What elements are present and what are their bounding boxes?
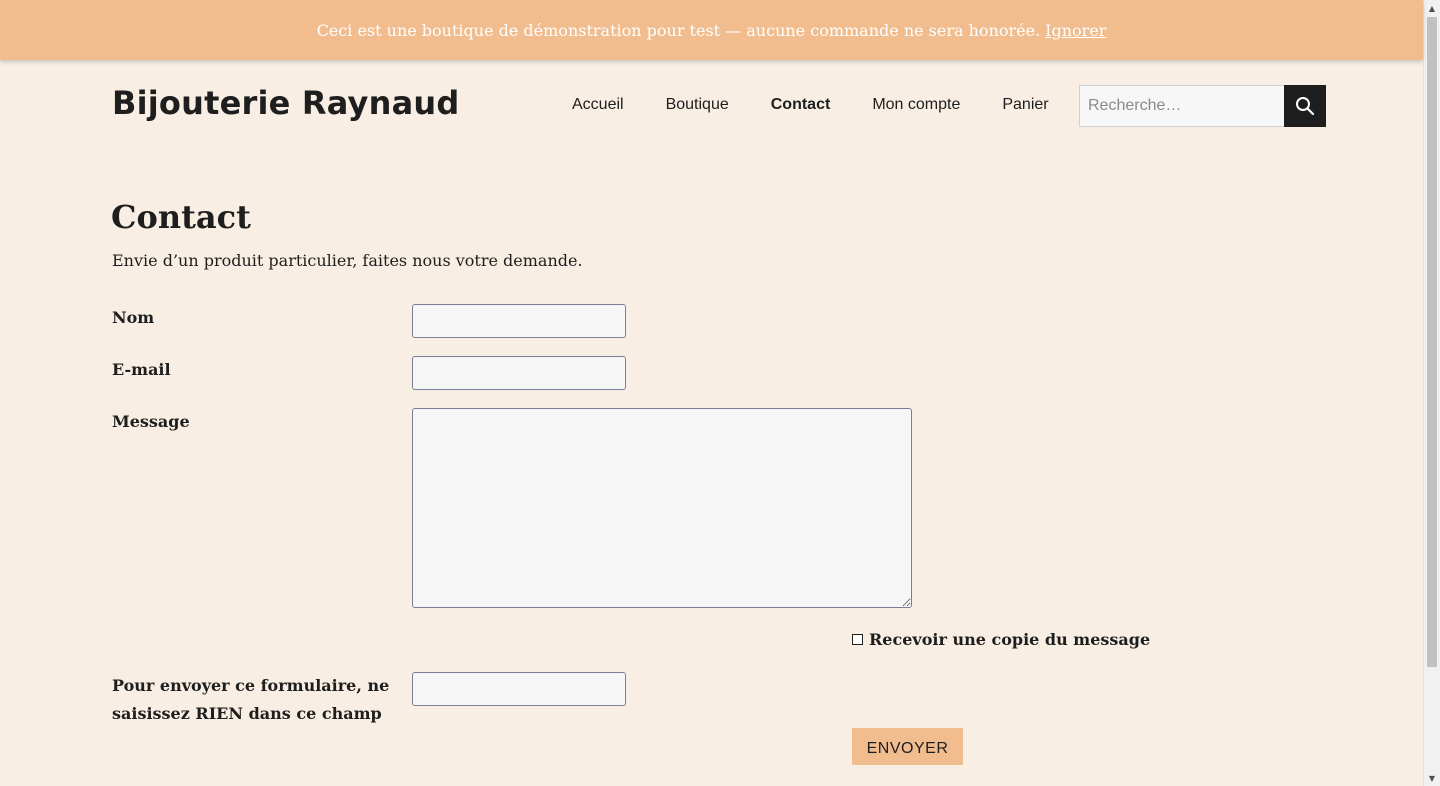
nav-item-contact[interactable]: Contact bbox=[771, 96, 831, 114]
email-input[interactable] bbox=[412, 356, 626, 390]
nav-item-accueil[interactable]: Accueil bbox=[572, 96, 624, 114]
scroll-up-arrow-icon[interactable]: ▲ bbox=[1424, 0, 1440, 16]
page-title: Contact bbox=[111, 198, 251, 236]
honeypot-label-line-2: saisissez RIEN dans ce champ bbox=[112, 704, 382, 723]
page-intro: Envie d’un produit particulier, faites n… bbox=[112, 251, 583, 270]
main-navigation: Accueil Boutique Contact Mon compte Pani… bbox=[572, 96, 1091, 114]
search-button[interactable] bbox=[1284, 85, 1326, 127]
honeypot-label-line-1: Pour envoyer ce formulaire, ne bbox=[112, 676, 390, 695]
honeypot-label: Pour envoyer ce formulaire, ne saisissez… bbox=[112, 672, 389, 728]
search-icon bbox=[1296, 97, 1315, 116]
demo-store-banner: Ceci est une boutique de démonstration p… bbox=[0, 0, 1423, 60]
nav-item-panier[interactable]: Panier bbox=[1002, 96, 1048, 114]
copy-checkbox-label: Recevoir une copie du message bbox=[869, 630, 1151, 649]
nav-item-boutique[interactable]: Boutique bbox=[666, 96, 729, 114]
name-label: Nom bbox=[112, 308, 155, 327]
submit-button[interactable]: ENVOYER bbox=[852, 728, 963, 765]
search-input[interactable] bbox=[1079, 85, 1284, 127]
dismiss-banner-link[interactable]: Ignorer bbox=[1045, 21, 1106, 40]
site-title[interactable]: Bijouterie Raynaud bbox=[112, 84, 459, 122]
scrollbar-thumb[interactable] bbox=[1427, 17, 1437, 667]
message-label: Message bbox=[112, 412, 190, 431]
banner-text: Ceci est une boutique de démonstration p… bbox=[316, 20, 1041, 40]
message-textarea[interactable] bbox=[412, 408, 912, 608]
email-label: E-mail bbox=[112, 360, 171, 379]
copy-checkbox[interactable] bbox=[852, 634, 863, 645]
copy-checkbox-row[interactable]: Recevoir une copie du message bbox=[852, 630, 1150, 649]
name-input[interactable] bbox=[412, 304, 626, 338]
honeypot-input[interactable] bbox=[412, 672, 626, 706]
search-form bbox=[1079, 85, 1326, 127]
nav-item-mon-compte[interactable]: Mon compte bbox=[872, 96, 960, 114]
vertical-scrollbar[interactable]: ▲ ▼ bbox=[1423, 0, 1440, 786]
scroll-down-arrow-icon[interactable]: ▼ bbox=[1424, 770, 1440, 786]
